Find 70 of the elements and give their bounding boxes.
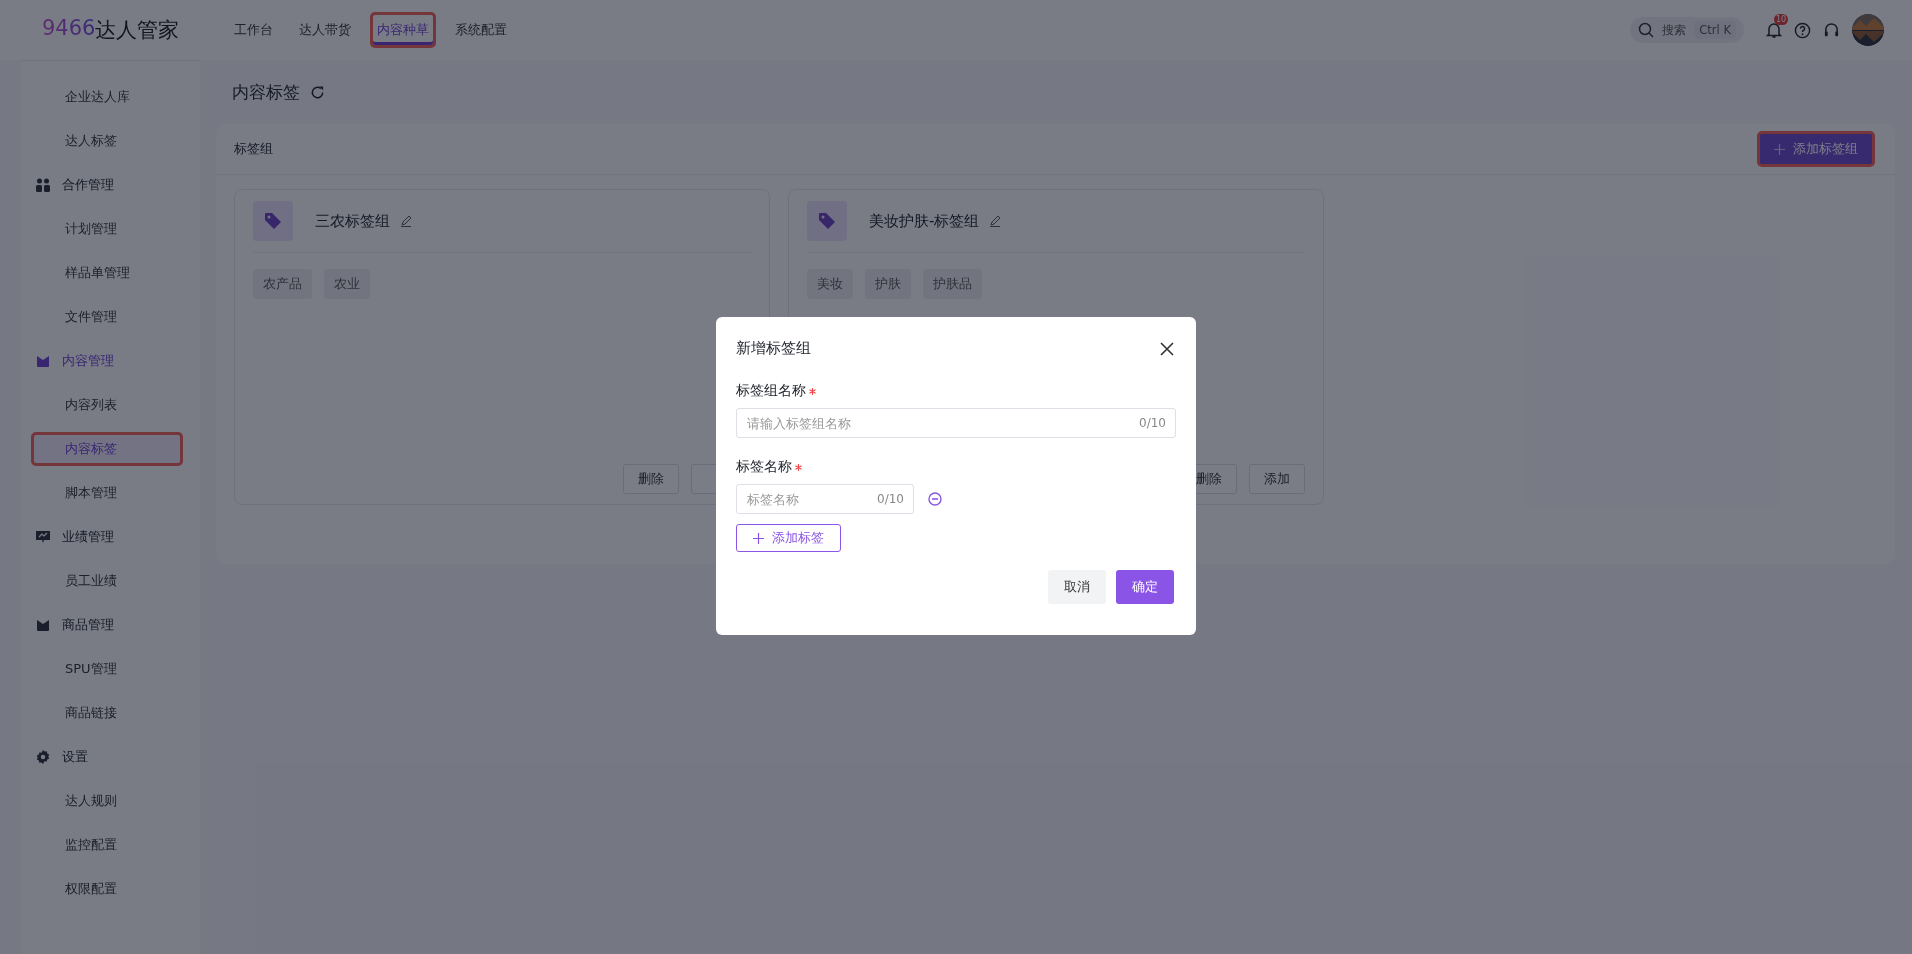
- box-icon: [36, 618, 50, 632]
- edit-icon[interactable]: [400, 215, 412, 227]
- sidebar-item[interactable]: SPU管理: [31, 652, 183, 686]
- add-tag-button[interactable]: 添加标签: [736, 524, 841, 552]
- add-group-button[interactable]: 添加标签组: [1757, 131, 1875, 167]
- page-title: 内容标签: [232, 80, 300, 104]
- field-label: 标签名称: [736, 458, 792, 476]
- sidebar-group[interactable]: 合作管理: [22, 163, 200, 207]
- cancel-button[interactable]: 取消: [1048, 570, 1106, 604]
- plus-icon: [753, 532, 764, 544]
- search-field[interactable]: 搜索 Ctrl K: [1630, 17, 1744, 43]
- sidebar-group[interactable]: 业绩管理: [22, 515, 200, 559]
- box-icon: [36, 354, 50, 368]
- sidebar-item[interactable]: 计划管理: [31, 212, 183, 246]
- chart-icon: [36, 530, 50, 544]
- sidebar-item[interactable]: 脚本管理: [31, 476, 183, 510]
- close-icon[interactable]: [1160, 341, 1174, 356]
- bell-icon[interactable]: [1766, 21, 1782, 39]
- logo: 9466达人管家: [41, 16, 181, 44]
- panel-title: 标签组: [234, 140, 273, 158]
- sidebar-item[interactable]: 内容列表: [31, 388, 183, 422]
- sidebar-item[interactable]: 员工业绩: [31, 564, 183, 598]
- help-icon[interactable]: [1794, 21, 1811, 39]
- sidebar-group[interactable]: 商品管理: [22, 603, 200, 647]
- sidebar-item[interactable]: 监控配置: [31, 828, 183, 862]
- group-label: 内容管理: [62, 352, 114, 370]
- notification-badge: 10: [1774, 14, 1789, 25]
- dialog-title: 新增标签组: [736, 339, 811, 358]
- field-label: 标签组名称: [736, 382, 806, 400]
- character-counter: 0/10: [1139, 416, 1166, 430]
- nav-tab[interactable]: 工作台: [227, 12, 280, 48]
- tag-icon: [253, 201, 293, 241]
- sidebar-item[interactable]: 权限配置: [31, 872, 183, 906]
- shortcut-hint: Ctrl K: [1694, 21, 1736, 39]
- card-button[interactable]: 删除: [623, 464, 679, 494]
- sidebar-item[interactable]: 企业达人库: [31, 80, 183, 114]
- tag-chip: 美妆: [807, 269, 853, 299]
- group-label: 业绩管理: [62, 528, 114, 546]
- people-icon: [36, 178, 50, 192]
- headset-icon[interactable]: [1823, 21, 1840, 39]
- nav-tab[interactable]: 内容种草: [370, 12, 436, 48]
- nav-tab[interactable]: 达人带货: [292, 12, 358, 48]
- settings-icon: [36, 750, 50, 764]
- tag-icon: [807, 201, 847, 241]
- sidebar-item[interactable]: 文件管理: [31, 300, 183, 334]
- group-label: 合作管理: [62, 176, 114, 194]
- card-button[interactable]: 添加: [1249, 464, 1305, 494]
- sidebar-item[interactable]: 样品单管理: [31, 256, 183, 290]
- sidebar-item[interactable]: 达人标签: [31, 124, 183, 158]
- tag-chip: 护肤品: [923, 269, 982, 299]
- search-icon: [1638, 22, 1655, 38]
- sidebar-group[interactable]: 设置: [22, 735, 200, 779]
- group-label: 商品管理: [62, 616, 114, 634]
- character-counter: 0/10: [877, 492, 904, 506]
- remove-icon[interactable]: [928, 492, 942, 506]
- plus-icon: [1774, 143, 1785, 155]
- edit-icon[interactable]: [989, 215, 1002, 227]
- sidebar-group[interactable]: 内容管理: [22, 339, 200, 383]
- tag-chip: 农产品: [253, 269, 312, 299]
- group-name: 美妆护肤-标签组: [869, 211, 980, 231]
- refresh-icon[interactable]: [310, 84, 325, 100]
- tag-chip: 护肤: [865, 269, 911, 299]
- group-label: 设置: [62, 748, 88, 766]
- sidebar-item[interactable]: 商品链接: [31, 696, 183, 730]
- tag-chip: 农业: [324, 269, 370, 299]
- sidebar-item[interactable]: 达人规则: [31, 784, 183, 818]
- nav-tab[interactable]: 系统配置: [448, 12, 514, 48]
- confirm-button[interactable]: 确定: [1116, 570, 1174, 604]
- group-name: 三农标签组: [315, 211, 390, 231]
- sidebar-item[interactable]: 内容标签: [31, 432, 183, 466]
